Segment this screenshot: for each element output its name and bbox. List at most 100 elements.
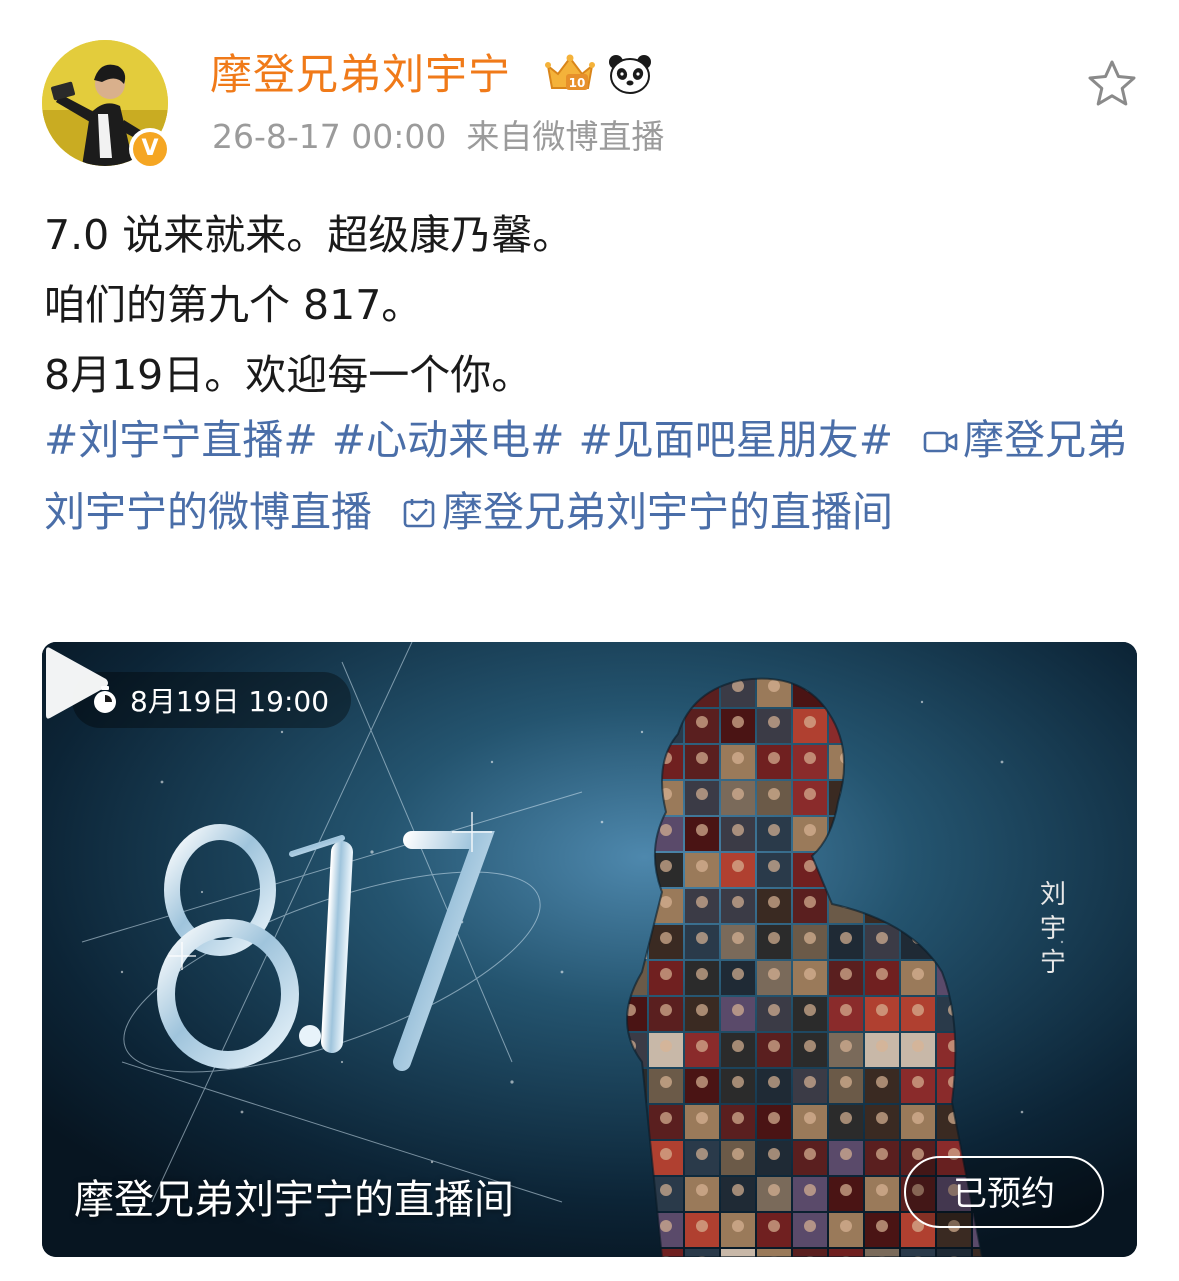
mosaic-tile-face — [876, 1112, 888, 1124]
mosaic-tile-face — [804, 752, 816, 764]
live-schedule-text: 8月19日 19:00 — [130, 685, 330, 718]
mosaic-tile-face — [732, 1184, 744, 1196]
mosaic-tile-face — [768, 932, 780, 944]
reserved-button[interactable]: 已预约 — [904, 1156, 1104, 1228]
mosaic-tile-face — [912, 1004, 924, 1016]
mosaic-tile-face — [732, 1112, 744, 1124]
mosaic-tile-face — [732, 1040, 744, 1052]
mosaic-tile-face — [876, 968, 888, 980]
mosaic-tile-face — [840, 1220, 852, 1232]
mosaic-tile-face — [804, 1004, 816, 1016]
mosaic-tile-face — [696, 1040, 708, 1052]
mosaic-tile-face — [768, 1220, 780, 1232]
live-schedule-badge: 8月19日 19:00 — [72, 672, 352, 728]
mosaic-tile-face — [660, 1184, 672, 1196]
live-room-link-label: 摩登兄弟刘宇宁的直播间 — [442, 488, 893, 536]
mosaic-tile-face — [876, 1220, 888, 1232]
mosaic-tile-face — [804, 1184, 816, 1196]
mosaic-tile-face — [768, 896, 780, 908]
mosaic-tile-face — [768, 752, 780, 764]
panda-icon[interactable] — [606, 52, 654, 96]
verified-badge: V — [129, 128, 171, 170]
mosaic-tile-face — [732, 1004, 744, 1016]
mosaic-tile-face — [840, 1112, 852, 1124]
mosaic-tile-face — [696, 824, 708, 836]
mosaic-tile-face — [660, 824, 672, 836]
mosaic-tile-face — [660, 932, 672, 944]
mosaic-tile-face — [840, 1148, 852, 1160]
mosaic-tile-face — [768, 680, 780, 692]
mosaic-tile-face — [696, 860, 708, 872]
mosaic-tile-face — [696, 1112, 708, 1124]
mosaic-tile-face — [840, 1004, 852, 1016]
mosaic-tile — [865, 1249, 899, 1257]
mosaic-tile-face — [876, 1184, 888, 1196]
mosaic-tile-face — [912, 968, 924, 980]
mosaic-tile-face — [696, 968, 708, 980]
mosaic-tile-face — [840, 1076, 852, 1088]
mosaic-tile-face — [696, 896, 708, 908]
mosaic-tile-face — [804, 1148, 816, 1160]
post-body-line: 咱们的第九个 817。 — [44, 281, 423, 329]
mosaic-tile-face — [732, 968, 744, 980]
mosaic-tile-face — [696, 716, 708, 728]
mosaic-tile-face — [696, 788, 708, 800]
mosaic-tile-face — [660, 1076, 672, 1088]
mosaic-tile-face — [696, 1004, 708, 1016]
mosaic-tile-face — [660, 1112, 672, 1124]
vip-crown-icon[interactable]: 10 — [544, 52, 596, 96]
mosaic-tile-face — [804, 716, 816, 728]
mosaic-tile-face — [840, 1184, 852, 1196]
mosaic-tile-face — [660, 1220, 672, 1232]
mosaic-tile-face — [660, 1004, 672, 1016]
mosaic-tile-face — [804, 896, 816, 908]
mosaic-tile-face — [876, 932, 888, 944]
post-timestamp: 26-8-17 00:00 — [212, 117, 447, 156]
mosaic-tile-face — [840, 932, 852, 944]
mosaic-tile-face — [660, 968, 672, 980]
mosaic-tile-face — [768, 716, 780, 728]
mosaic-tile-face — [912, 1148, 924, 1160]
mosaic-tile — [721, 1249, 755, 1257]
hashtag-link[interactable]: #心动来电# — [332, 416, 565, 464]
mosaic-tile-face — [840, 968, 852, 980]
mosaic-tile-face — [804, 1040, 816, 1052]
mosaic-tile-face — [732, 716, 744, 728]
mosaic-tile — [757, 1249, 791, 1257]
mosaic-tile — [829, 1249, 863, 1257]
post-source[interactable]: 来自微博直播 — [466, 117, 664, 156]
mosaic-tile-face — [732, 752, 744, 764]
mosaic-tile-face — [804, 1112, 816, 1124]
mosaic-tile-face — [768, 1076, 780, 1088]
author-name[interactable]: 摩登兄弟刘宇宁 — [210, 48, 511, 102]
mosaic-tile-face — [696, 932, 708, 944]
mosaic-tile-face — [768, 1148, 780, 1160]
live-room-title: 摩登兄弟刘宇宁的直播间 — [74, 1177, 514, 1223]
mosaic-tile — [937, 1249, 971, 1257]
mosaic-tile-face — [660, 1148, 672, 1160]
mosaic-tile-face — [732, 932, 744, 944]
mosaic-tile-face — [732, 1076, 744, 1088]
mosaic-tile-face — [768, 860, 780, 872]
mosaic-tile-face — [768, 824, 780, 836]
mosaic-tile-face — [768, 1004, 780, 1016]
mosaic-tile-face — [912, 1076, 924, 1088]
mosaic-tile-face — [876, 1076, 888, 1088]
favorite-star-icon[interactable] — [1084, 56, 1140, 112]
play-icon[interactable] — [42, 642, 112, 724]
mosaic-tile-face — [876, 1040, 888, 1052]
post-meta: 26-8-17 00:00 来自微博直播 — [212, 114, 684, 160]
hashtag-link[interactable]: #刘宇宁直播# — [44, 416, 318, 464]
post-topics: #刘宇宁直播# #心动来电# #见面吧星朋友# 摩登兄弟刘宇宁的微博直播 摩登兄弟刘宇宁… — [44, 404, 1144, 548]
video-camera-icon — [923, 431, 958, 453]
hashtag-link[interactable]: #见面吧星朋友# — [578, 416, 893, 464]
mosaic-tile-face — [912, 1112, 924, 1124]
mosaic-tile-face — [768, 788, 780, 800]
mosaic-tile-face — [804, 968, 816, 980]
mosaic-tile-face — [804, 1220, 816, 1232]
live-room-link[interactable]: 摩登兄弟刘宇宁的直播间 — [400, 488, 893, 536]
mosaic-tile — [901, 1249, 935, 1257]
live-stream-card[interactable]: 8月19日 19:00 刘宇宁 摩登兄弟刘宇宁的直播间 已预约 — [42, 642, 1137, 1257]
mosaic-tile-face — [732, 824, 744, 836]
mosaic-tile-face — [732, 788, 744, 800]
